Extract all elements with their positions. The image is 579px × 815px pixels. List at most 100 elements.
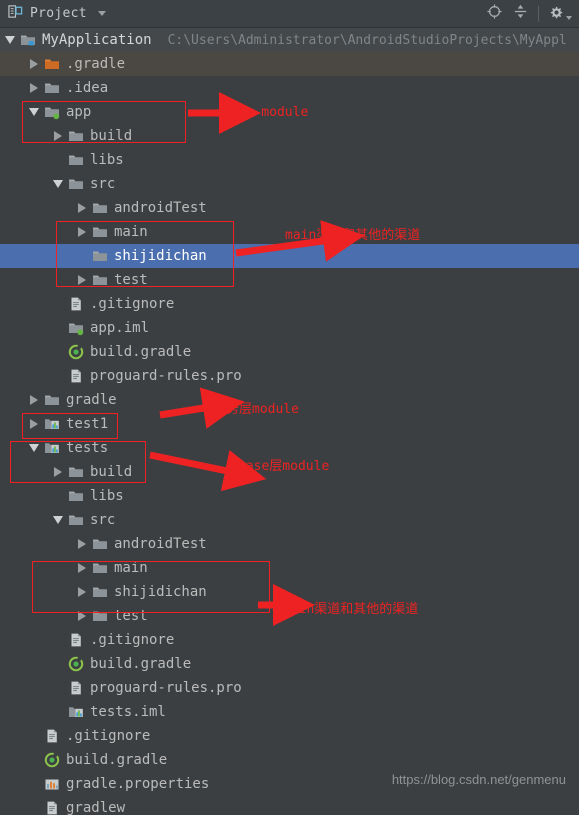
tree-row-label: proguard-rules.pro [90,680,242,696]
chevron-down-icon[interactable] [26,100,42,124]
gear-icon[interactable] [548,4,564,24]
folder-icon [66,148,86,172]
tree-row[interactable]: .gitignore [0,724,579,748]
chevron-down-icon[interactable] [97,11,106,16]
chevron-right-icon[interactable] [26,388,42,412]
properties-file-icon [42,772,62,796]
tree-row[interactable]: .idea [0,76,579,100]
tree-row[interactable]: test [0,604,579,628]
gradle-file-icon [42,748,62,772]
chevron-right-icon[interactable] [26,52,42,76]
tree-row[interactable]: proguard-rules.pro [0,676,579,700]
tree-row-label: app [66,104,92,120]
tree-row[interactable]: .gradle [0,52,579,76]
tree-row[interactable]: shijidichan [0,580,579,604]
chevron-right-icon[interactable] [74,532,90,556]
chevron-down-icon[interactable] [50,508,66,532]
library-module-icon [42,436,62,460]
tree-row[interactable]: test1 [0,412,579,436]
chevron-right-icon[interactable] [26,76,42,100]
tree-row-label: libs [90,152,124,168]
tree-row-label: build.gradle [90,344,192,360]
chevron-right-icon[interactable] [26,412,42,436]
chevron-right-icon[interactable] [74,604,90,628]
folder-icon [90,532,110,556]
tree-row[interactable]: main [0,220,579,244]
tree-row[interactable]: libs [0,484,579,508]
tree-row-label: proguard-rules.pro [90,368,242,384]
tree-row-label: test1 [66,416,109,432]
module-file-icon [66,316,86,340]
chevron-down-icon[interactable] [2,28,18,52]
tree-row[interactable]: gradlew [0,796,579,815]
tree-row-label: test [114,608,148,624]
tree-row[interactable]: build.gradle [0,652,579,676]
tree-row[interactable]: src [0,508,579,532]
tree-row[interactable]: gradle [0,388,579,412]
folder-icon [66,172,86,196]
tree-row[interactable]: build.gradle [0,748,579,772]
tree-row[interactable]: libs [0,148,579,172]
tree-row[interactable]: tests.iml [0,700,579,724]
library-module-icon [42,412,62,436]
tree-row-label: .gitignore [66,728,151,744]
tree-row[interactable]: tests [0,436,579,460]
tree-row-label: gradlew [66,800,126,815]
chevron-right-icon[interactable] [50,124,66,148]
project-tree[interactable]: MyApplication C:\Users\Administrator\Andr… [0,28,579,815]
chevron-right-icon[interactable] [74,196,90,220]
chevron-down-icon[interactable] [26,436,42,460]
tree-row[interactable]: .gitignore [0,292,579,316]
tree-row[interactable]: src [0,172,579,196]
tree-row-label: .gitignore [90,296,175,312]
chevron-down-icon[interactable] [50,172,66,196]
tree-row[interactable]: androidTest [0,532,579,556]
gradle-file-icon [66,652,86,676]
tree-row-label: app.iml [90,320,150,336]
project-toolbar: Project [0,0,579,28]
tree-row[interactable]: app [0,100,579,124]
chevron-right-icon[interactable] [74,556,90,580]
library-module-icon [66,700,86,724]
chevron-right-icon[interactable] [74,220,90,244]
folder-icon [90,268,110,292]
tree-row[interactable]: app.iml [0,316,579,340]
tree-row[interactable]: .gitignore [0,628,579,652]
tree-row-label: build.gradle [90,656,192,672]
tree-row[interactable]: build.gradle [0,340,579,364]
tree-row[interactable]: test [0,268,579,292]
collapse-all-icon[interactable] [512,3,529,24]
tree-row-label: build [90,464,133,480]
panel-title: Project [30,6,87,21]
tree-row-root[interactable]: MyApplication C:\Users\Administrator\Andr… [0,28,579,52]
locate-target-icon[interactable] [486,3,503,24]
tree-row[interactable]: build [0,124,579,148]
folder-icon [66,484,86,508]
tree-row-label: src [90,512,116,528]
chevron-right-icon[interactable] [74,268,90,292]
chevron-right-icon[interactable] [50,460,66,484]
tree-row[interactable]: proguard-rules.pro [0,364,579,388]
folder-icon [90,220,110,244]
folder-icon [90,604,110,628]
root-project-path: C:\Users\Administrator\AndroidStudioProj… [167,32,567,48]
folder-icon [66,460,86,484]
folder-icon [66,124,86,148]
chevron-right-icon[interactable] [74,580,90,604]
tree-row[interactable]: main [0,556,579,580]
tree-row[interactable]: androidTest [0,196,579,220]
tree-row[interactable]: shijidichan [0,244,579,268]
folder-icon [42,388,62,412]
gear-dropdown-caret-icon[interactable] [566,15,572,20]
gradle-file-icon [66,340,86,364]
tree-row[interactable]: build [0,460,579,484]
tree-row-label: androidTest [114,536,207,552]
